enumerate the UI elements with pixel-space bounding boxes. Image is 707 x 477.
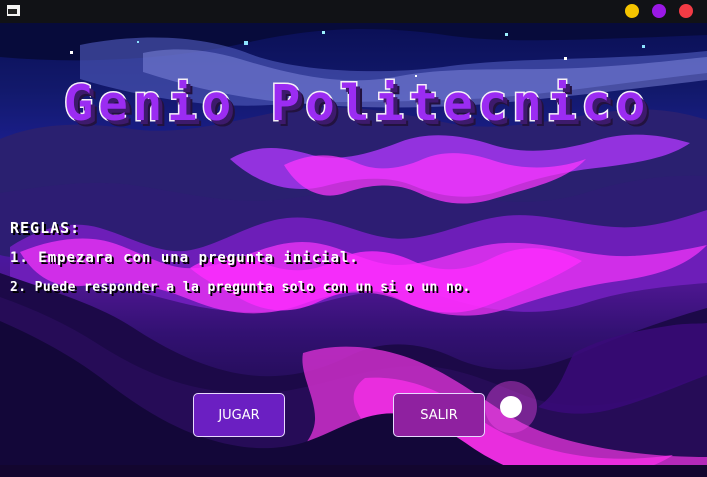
app-window-icon [7,5,20,16]
game-window: Genio Politecnico REGLAS: 1. Empezara co… [0,0,707,477]
pixel-sunset-background: Genio Politecnico REGLAS: 1. Empezara co… [0,23,707,477]
minimize-button[interactable] [625,4,639,18]
window-titlebar [0,0,707,23]
rule-item-1: 1. Empezara con una pregunta inicial. [10,250,359,266]
exit-button[interactable]: SALIR [393,393,485,437]
maximize-button[interactable] [652,4,666,18]
close-button[interactable] [679,4,693,18]
rules-heading: REGLAS: [10,219,81,237]
game-title: Genio Politecnico [62,74,651,134]
play-button[interactable]: JUGAR [193,393,285,437]
rule-item-2: 2. Puede responder a la pregunta solo co… [10,280,471,295]
